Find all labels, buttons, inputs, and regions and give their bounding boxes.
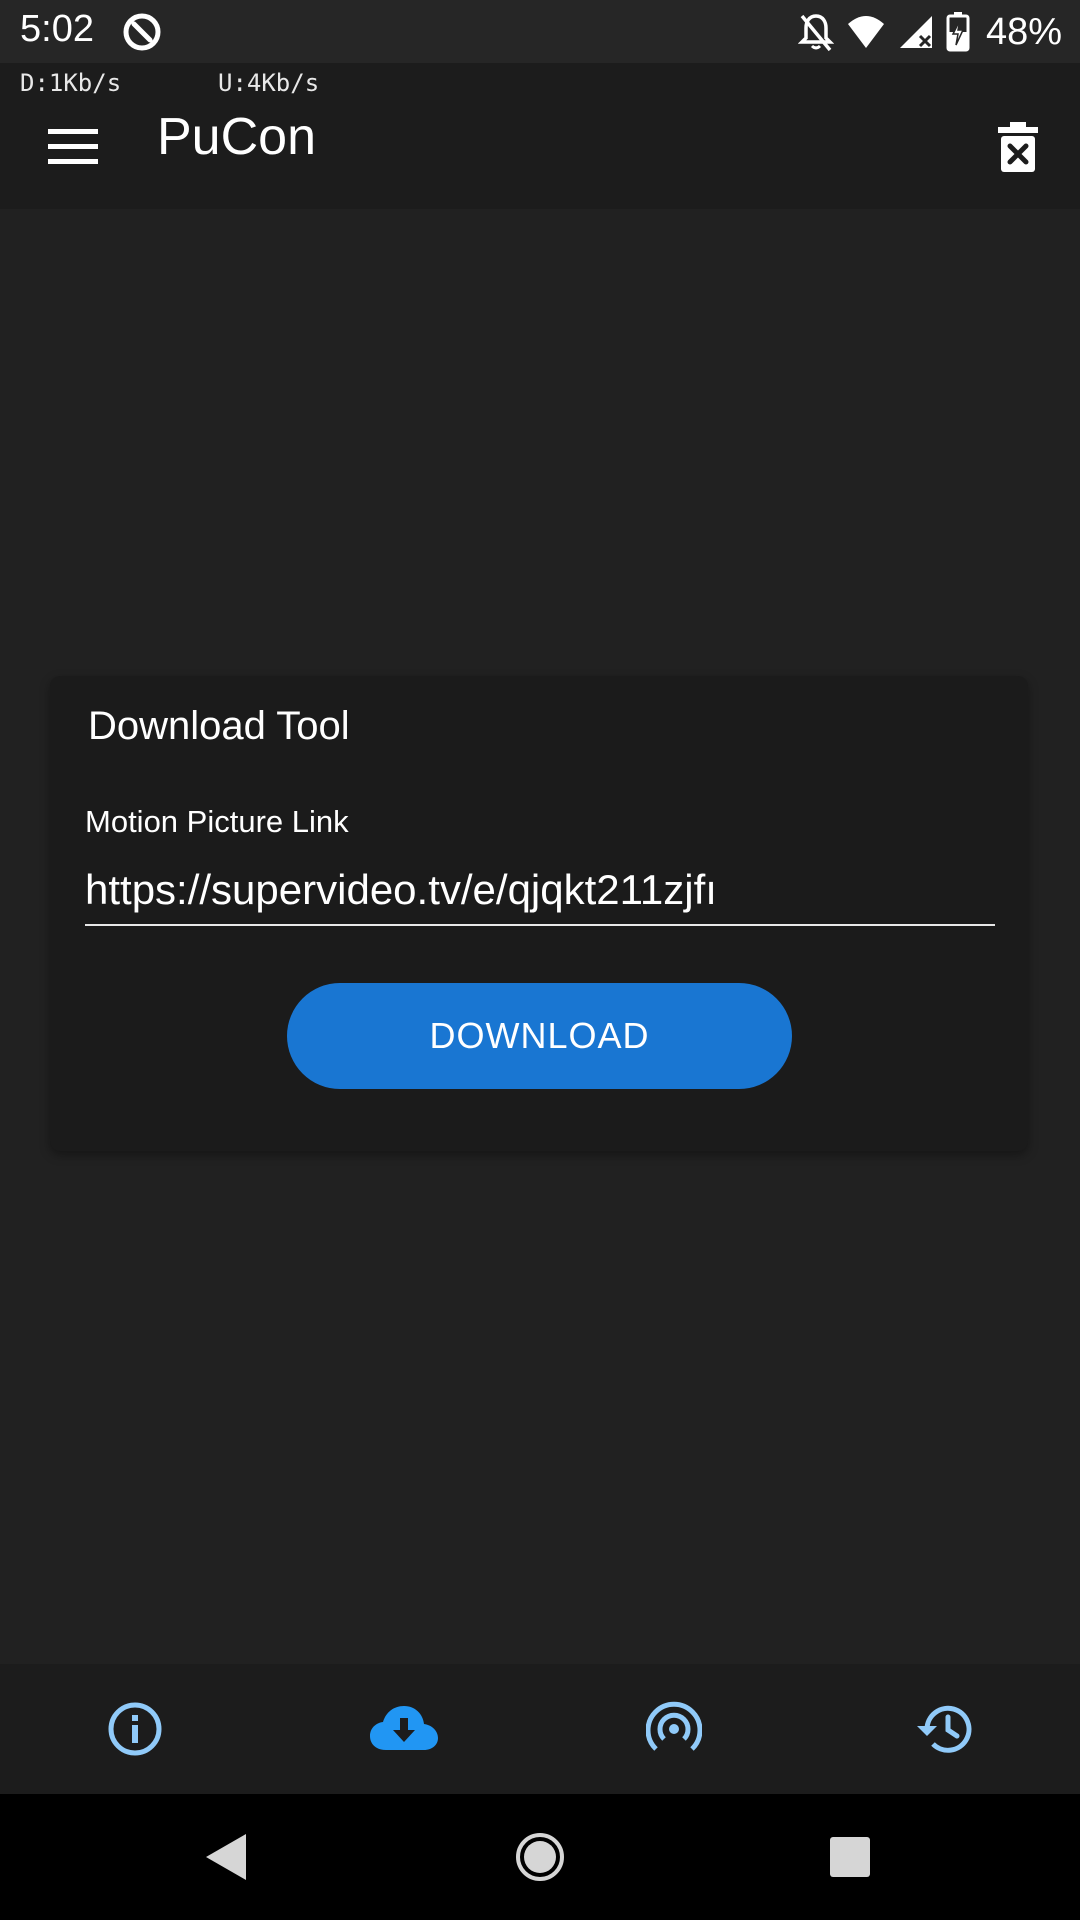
notifications-off-icon	[797, 14, 834, 52]
download-tool-card: Download Tool Motion Picture Link DOWNLO…	[50, 676, 1028, 1151]
link-input[interactable]	[85, 856, 995, 926]
cell-signal-icon	[899, 16, 932, 48]
history-icon	[917, 1705, 972, 1753]
upload-speed: U:4Kb/s	[218, 69, 320, 97]
broadcast-icon	[646, 1701, 702, 1751]
nav-broadcast[interactable]	[634, 1694, 714, 1764]
back-button[interactable]	[190, 1824, 260, 1890]
status-time: 5:02	[20, 8, 94, 50]
app-title: PuCon	[157, 108, 316, 166]
app-bar: PuCon	[0, 103, 1080, 209]
battery-charging-icon	[946, 12, 970, 52]
network-speed-bar: D:1Kb/s U:4Kb/s	[0, 63, 1080, 103]
status-icons: 48%	[797, 10, 1062, 54]
recents-button[interactable]	[815, 1824, 885, 1890]
info-icon	[108, 1702, 162, 1756]
nav-history[interactable]	[904, 1694, 984, 1764]
menu-button[interactable]	[40, 117, 106, 177]
app-notification-icon	[123, 13, 161, 51]
wifi-icon	[847, 16, 884, 48]
cloud-download-icon	[370, 1706, 438, 1750]
recents-icon	[830, 1837, 870, 1877]
home-icon	[516, 1833, 564, 1881]
menu-icon	[48, 129, 98, 164]
link-field-label: Motion Picture Link	[85, 804, 349, 839]
nav-download[interactable]	[364, 1694, 444, 1764]
status-bar: 5:02 48%	[0, 0, 1080, 63]
system-navigation-bar	[0, 1794, 1080, 1920]
back-icon	[206, 1834, 246, 1880]
nav-info[interactable]	[95, 1694, 175, 1764]
download-speed: D:1Kb/s	[20, 69, 122, 97]
bottom-navigation	[0, 1664, 1080, 1794]
download-button[interactable]: DOWNLOAD	[287, 983, 792, 1089]
home-button[interactable]	[505, 1824, 575, 1890]
battery-percent: 48%	[985, 10, 1062, 53]
card-title: Download Tool	[88, 704, 350, 748]
delete-button[interactable]	[978, 105, 1058, 189]
delete-icon	[998, 122, 1038, 172]
